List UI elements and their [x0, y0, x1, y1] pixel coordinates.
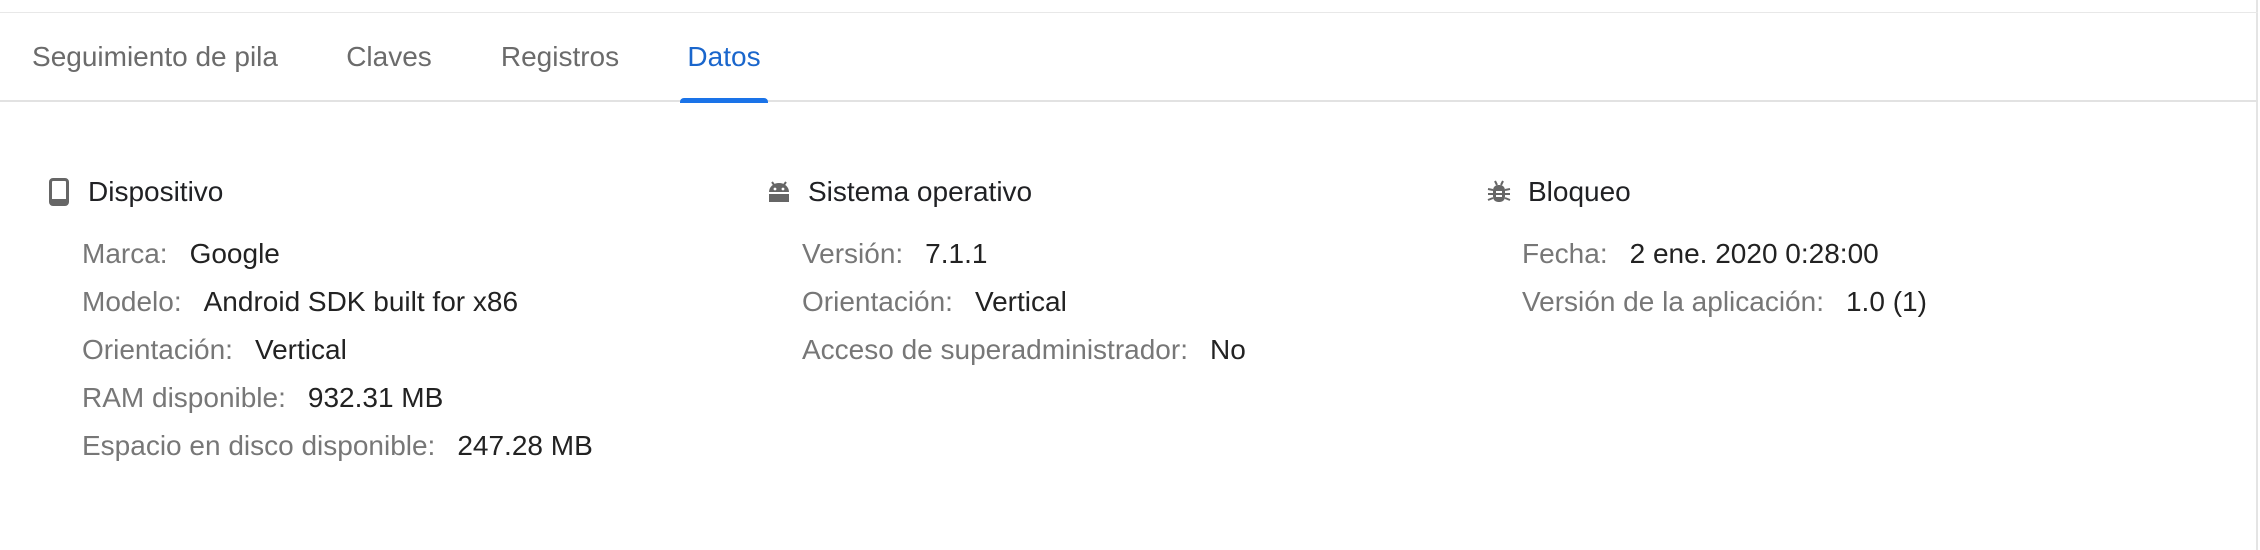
crash-details-panel: Seguimiento de pila Claves Registros Dat… — [0, 0, 2258, 550]
active-tab-indicator — [680, 98, 768, 103]
tab-label: Datos — [687, 41, 761, 72]
detail-value: Vertical — [254, 334, 347, 365]
detail-label: Fecha: — [1522, 238, 1608, 269]
detail-row: Acceso de superadministrador: No — [802, 326, 1246, 374]
tab-bar: Seguimiento de pila Claves Registros Dat… — [0, 13, 2258, 103]
detail-value: 2 ene. 2020 0:28:00 — [1629, 238, 1879, 269]
detail-value: Android SDK built for x86 — [203, 286, 519, 317]
section-header: Sistema operativo — [766, 172, 1246, 212]
tab-label: Seguimiento de pila — [32, 41, 278, 72]
section-header: Dispositivo — [46, 172, 593, 212]
tab-label: Claves — [346, 41, 432, 72]
bug-icon — [1486, 177, 1512, 207]
detail-value: 1.0 (1) — [1845, 286, 1927, 317]
tab-stack-trace[interactable]: Seguimiento de pila — [0, 13, 310, 101]
section-title: Bloqueo — [1528, 176, 1631, 207]
detail-value: No — [1209, 334, 1246, 365]
smartphone-icon — [46, 177, 72, 207]
tab-data[interactable]: Datos — [680, 13, 768, 103]
detail-label: Versión de la aplicación: — [1522, 286, 1824, 317]
section-title: Sistema operativo — [808, 176, 1033, 207]
detail-label: Versión: — [802, 238, 904, 269]
detail-label: Orientación: — [802, 286, 953, 317]
detail-label: Espacio en disco disponible: — [82, 430, 436, 461]
android-icon — [766, 177, 792, 207]
section-header: Bloqueo — [1486, 172, 1927, 212]
detail-row: Espacio en disco disponible: 247.28 MB — [82, 422, 593, 470]
detail-label: RAM disponible: — [82, 382, 286, 413]
device-details: Marca: Google Modelo: Android SDK built … — [82, 230, 593, 470]
detail-value: Vertical — [974, 286, 1067, 317]
detail-row: RAM disponible: 932.31 MB — [82, 374, 593, 422]
tab-logs[interactable]: Registros — [480, 13, 640, 101]
device-section: Dispositivo Marca: Google Modelo: Androi… — [46, 172, 593, 470]
detail-value: 932.31 MB — [307, 382, 444, 413]
crash-details: Fecha: 2 ene. 2020 0:28:00 Versión de la… — [1522, 230, 1927, 326]
detail-value: Google — [189, 238, 280, 269]
detail-row: Orientación: Vertical — [82, 326, 593, 374]
detail-label: Orientación: — [82, 334, 233, 365]
detail-value: 247.28 MB — [457, 430, 593, 461]
os-details: Versión: 7.1.1 Orientación: Vertical Acc… — [802, 230, 1246, 374]
detail-row: Modelo: Android SDK built for x86 — [82, 278, 593, 326]
detail-row: Marca: Google — [82, 230, 593, 278]
detail-value: 7.1.1 — [925, 238, 988, 269]
detail-row: Versión de la aplicación: 1.0 (1) — [1522, 278, 1927, 326]
detail-label: Acceso de superadministrador: — [802, 334, 1188, 365]
detail-label: Marca: — [82, 238, 168, 269]
crash-section: Bloqueo Fecha: 2 ene. 2020 0:28:00 Versi… — [1486, 172, 1927, 326]
section-title: Dispositivo — [88, 176, 224, 207]
os-section: Sistema operativo Versión: 7.1.1 Orienta… — [766, 172, 1246, 374]
tab-keys[interactable]: Claves — [326, 13, 452, 101]
detail-row: Versión: 7.1.1 — [802, 230, 1246, 278]
detail-row: Fecha: 2 ene. 2020 0:28:00 — [1522, 230, 1927, 278]
detail-row: Orientación: Vertical — [802, 278, 1246, 326]
tab-label: Registros — [500, 41, 620, 72]
detail-label: Modelo: — [82, 286, 182, 317]
